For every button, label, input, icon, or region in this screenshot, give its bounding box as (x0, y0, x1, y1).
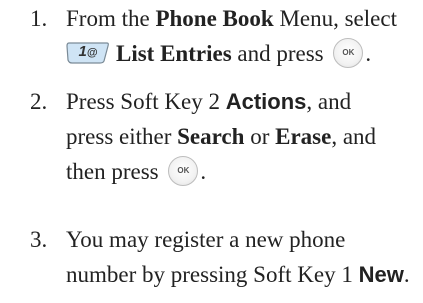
menu-name: Phone Book (155, 6, 274, 31)
key-1-icon: 1@ (66, 41, 110, 65)
ok-key-icon: OK (333, 38, 364, 68)
instruction-document: 1. From the Phone Book Menu, select 1@ Li… (0, 0, 423, 303)
step-text: From the Phone Book Menu, select 1@ List … (66, 1, 420, 71)
soft-key-new: New (358, 262, 404, 287)
step-1: 1. From the Phone Book Menu, select 1@ Li… (30, 1, 420, 71)
key-1-label: 1@ (78, 43, 98, 60)
step-text: Press Soft Key 2 Actions, and press eith… (66, 84, 420, 189)
step-3: 3. You may register a new phone number b… (30, 222, 420, 292)
step-line: then press OK. (66, 154, 420, 189)
step-line: press either Search or Erase, and (66, 124, 377, 149)
step-line: Press Soft Key 2 Actions, and (66, 89, 352, 114)
search-option: Search (177, 124, 245, 149)
step-line: From the Phone Book Menu, select (66, 6, 397, 31)
ok-key-icon: OK (168, 156, 199, 186)
step-line: number by pressing Soft Key 1 New. (66, 262, 410, 287)
soft-key-actions: Actions (225, 89, 307, 114)
erase-option: Erase (275, 124, 332, 149)
list-entries-option: List Entries (116, 41, 232, 66)
step-number: 3. (30, 227, 48, 252)
step-number: 1. (30, 6, 48, 31)
step-line: 1@ List Entries and press OK. (66, 36, 420, 71)
step-number: 2. (30, 89, 48, 114)
step-2: 2. Press Soft Key 2 Actions, and press e… (30, 84, 420, 189)
step-line: You may register a new phone (66, 227, 346, 252)
step-text: You may register a new phone number by p… (66, 222, 420, 292)
